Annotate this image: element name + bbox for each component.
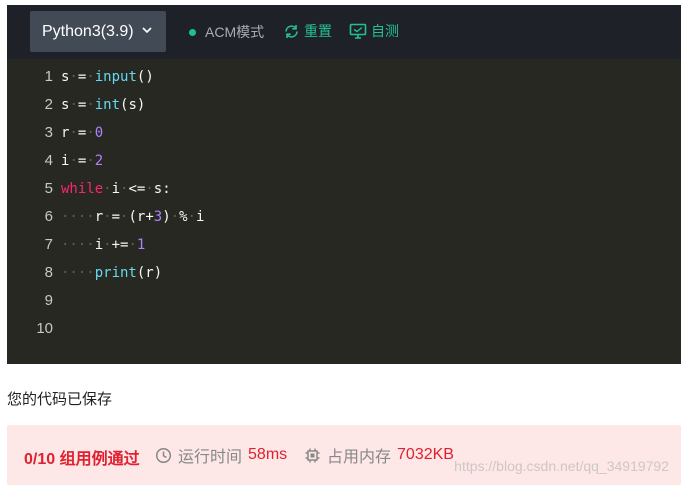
code-token: · bbox=[145, 181, 154, 197]
code-line[interactable]: 1 s·=·input() bbox=[7, 63, 681, 91]
code-token: 0 bbox=[94, 125, 104, 141]
code-token: · bbox=[103, 237, 112, 253]
save-status: 您的代码已保存 bbox=[7, 391, 113, 408]
code-token: (r+ bbox=[128, 209, 154, 225]
code-line[interactable]: 5 while·i·<=·s: bbox=[7, 175, 681, 203]
code-text: r·=·0 bbox=[61, 119, 103, 147]
self-test-label: 自测 bbox=[371, 23, 399, 39]
line-number: 3 bbox=[44, 124, 53, 141]
code-editor[interactable]: Python3(3.9) ACM模式 重置 自测 1 s·=·input() 2… bbox=[7, 5, 681, 364]
code-token: · bbox=[69, 153, 78, 169]
code-token: · bbox=[103, 209, 112, 225]
code-token: · bbox=[86, 153, 95, 169]
language-select-label: Python3(3.9) bbox=[42, 22, 134, 40]
result-summary: 0/10 组用例通过 bbox=[24, 451, 140, 468]
chevron-down-icon bbox=[142, 27, 152, 34]
code-line[interactable]: 8 ····print(r) bbox=[7, 259, 681, 287]
clock-icon bbox=[155, 447, 172, 463]
code-token: r bbox=[94, 209, 104, 225]
code-token: (r) bbox=[136, 265, 163, 281]
reset-label: 重置 bbox=[304, 23, 332, 39]
reset-button[interactable]: 重置 bbox=[283, 20, 332, 42]
code-text: ····i·+=·1 bbox=[61, 231, 145, 259]
line-number: 9 bbox=[44, 292, 53, 309]
line-number: 4 bbox=[44, 152, 53, 169]
run-time-value: 58ms bbox=[248, 446, 288, 463]
code-text: ····print(r) bbox=[61, 259, 162, 287]
memory-usage: 占用内存 7032KB bbox=[304, 445, 454, 466]
line-number: 5 bbox=[44, 180, 53, 197]
code-token: · bbox=[103, 181, 112, 197]
code-token: (s) bbox=[120, 97, 146, 113]
code-text: i·=·2 bbox=[61, 147, 103, 175]
line-number: 6 bbox=[44, 208, 53, 225]
code-token: ) bbox=[162, 209, 171, 225]
code-token: · bbox=[69, 69, 78, 85]
code-token: int bbox=[94, 97, 121, 113]
code-text: ····r·=·(r+3)·%·i bbox=[61, 203, 204, 231]
code-token: · bbox=[170, 209, 180, 225]
line-number: 8 bbox=[44, 264, 53, 281]
result-panel: 0/10 组用例通过 运行时间 58ms 占用内存 7032KB https:/… bbox=[7, 425, 681, 485]
code-token: · bbox=[187, 209, 196, 225]
code-text: while·i·<=·s: bbox=[61, 175, 171, 203]
code-token: · bbox=[86, 125, 95, 141]
watermark: https://blog.csdn.net/qq_34919792 bbox=[454, 458, 669, 474]
run-time-label: 运行时间 bbox=[178, 449, 243, 466]
line-number: 1 bbox=[44, 68, 53, 85]
code-line[interactable]: 7 ····i·+=·1 bbox=[7, 231, 681, 259]
refresh-icon bbox=[285, 24, 298, 38]
code-token: () bbox=[136, 69, 154, 85]
code-token: · bbox=[86, 69, 95, 85]
mode-label: ACM模式 bbox=[205, 24, 265, 40]
memory-value: 7032KB bbox=[397, 446, 454, 463]
code-token: 3 bbox=[153, 209, 163, 225]
monitor-icon bbox=[349, 23, 367, 39]
code-text: s·=·input() bbox=[61, 63, 154, 91]
code-line[interactable]: 6 ····r·=·(r+3)·%·i bbox=[7, 203, 681, 231]
code-token: while bbox=[61, 181, 104, 197]
code-token: += bbox=[111, 237, 129, 253]
code-token: <= bbox=[128, 181, 146, 197]
chip-icon bbox=[305, 448, 320, 462]
code-line[interactable]: 2 s·=·int(s) bbox=[7, 91, 681, 119]
run-time: 运行时间 58ms bbox=[155, 445, 288, 466]
code-token: ···· bbox=[61, 265, 95, 281]
code-token: % bbox=[179, 209, 188, 225]
code-token: ···· bbox=[61, 209, 95, 225]
code-text: s·=·int(s) bbox=[61, 91, 145, 119]
code-token: print bbox=[94, 265, 137, 281]
code-token: i bbox=[94, 237, 104, 253]
code-token: · bbox=[69, 97, 78, 113]
code-token: i bbox=[111, 181, 121, 197]
mode-status-dot bbox=[189, 28, 196, 36]
code-token: s: bbox=[153, 181, 171, 197]
code-token: · bbox=[86, 97, 95, 113]
code-token: i bbox=[195, 209, 205, 225]
code-token: · bbox=[69, 125, 78, 141]
code-token: · bbox=[128, 237, 137, 253]
code-line[interactable]: 10 bbox=[7, 315, 681, 343]
code-line[interactable]: 9 bbox=[7, 287, 681, 315]
code-token: input bbox=[94, 69, 137, 85]
memory-label: 占用内存 bbox=[327, 449, 392, 466]
editor-toolbar: Python3(3.9) ACM模式 重置 自测 bbox=[7, 5, 681, 59]
code-token: ···· bbox=[61, 237, 95, 253]
line-number: 2 bbox=[44, 96, 53, 113]
code-area[interactable]: 1 s·=·input() 2 s·=·int(s) 3 r·=·0 4 i·=·2 5 whil… bbox=[7, 63, 681, 343]
self-test-button[interactable]: 自测 bbox=[349, 20, 399, 42]
acm-mode-toggle[interactable]: ACM模式 bbox=[189, 23, 264, 41]
code-line[interactable]: 3 r·=·0 bbox=[7, 119, 681, 147]
code-token: 2 bbox=[94, 153, 104, 169]
line-number: 7 bbox=[44, 236, 53, 253]
line-number: 10 bbox=[36, 320, 53, 337]
code-line[interactable]: 4 i·=·2 bbox=[7, 147, 681, 175]
language-select[interactable]: Python3(3.9) bbox=[30, 11, 166, 52]
code-token: 1 bbox=[136, 237, 146, 253]
code-token: = bbox=[111, 209, 121, 225]
